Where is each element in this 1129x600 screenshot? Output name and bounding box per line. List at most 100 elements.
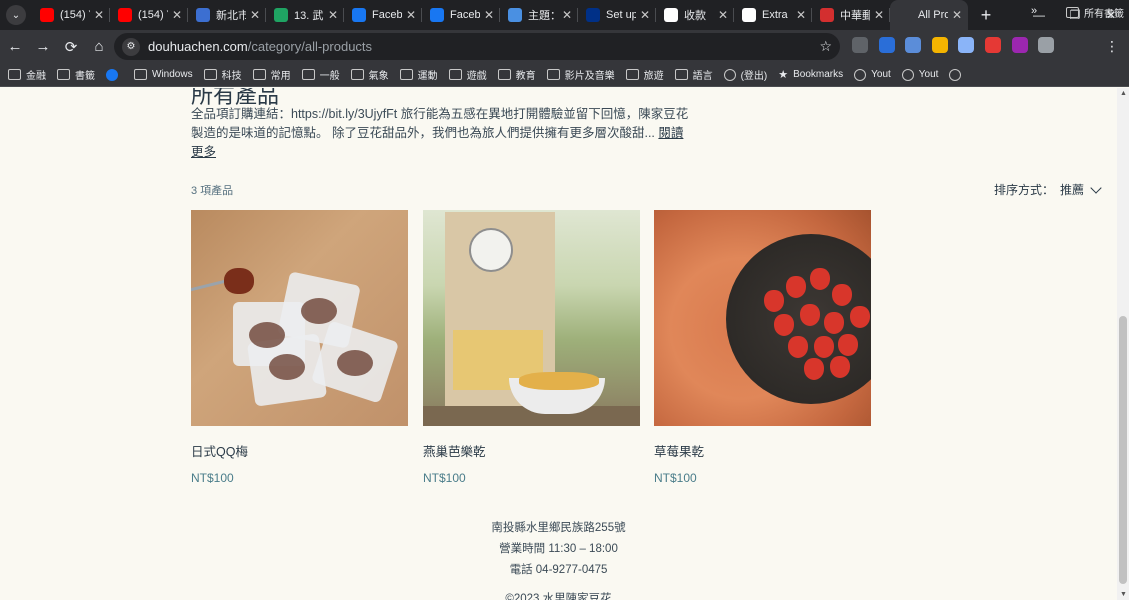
- browser-menu-icon[interactable]: ⋮: [1105, 38, 1119, 55]
- bookmark-item[interactable]: 金融: [8, 67, 46, 82]
- tab-close-icon[interactable]: ✕: [484, 8, 494, 22]
- folder-icon: [1066, 7, 1079, 18]
- product-image[interactable]: [654, 210, 871, 426]
- all-bookmarks-button[interactable]: 所有書籤: [1066, 5, 1124, 20]
- page-content: 所有產品 全品項訂購連結：https://bit.ly/3UjyfFt 旅行能為…: [0, 88, 1117, 600]
- facebook-icon: [430, 8, 444, 22]
- tab-close-icon[interactable]: ✕: [796, 8, 806, 22]
- extension-icon[interactable]: [984, 37, 1001, 53]
- home-button[interactable]: ⌂: [86, 34, 112, 60]
- tab-title: 收款: [684, 10, 706, 22]
- back-button[interactable]: ←: [2, 34, 28, 60]
- extension-icon[interactable]: [958, 37, 975, 53]
- product-price: NT$100: [191, 471, 234, 485]
- tab-title: 主題：: [528, 10, 558, 22]
- product-name[interactable]: 燕巢芭樂乾: [423, 441, 640, 460]
- bookmark-item[interactable]: Yout: [901, 68, 938, 81]
- tab-close-icon[interactable]: ✕: [172, 8, 182, 22]
- scroll-up-icon[interactable]: ▲: [1120, 90, 1127, 97]
- extension-icon[interactable]: [852, 37, 868, 53]
- folder-icon: [546, 69, 560, 80]
- browser-tab[interactable]: Extra ✕: [734, 0, 812, 30]
- extension-icon[interactable]: [931, 37, 948, 53]
- bookmark-item[interactable]: 常用: [252, 67, 291, 82]
- extension-icon[interactable]: [905, 37, 922, 53]
- site-icon: [901, 68, 914, 81]
- site-icon: [949, 68, 962, 81]
- scroll-down-icon[interactable]: ▼: [1120, 591, 1127, 598]
- folder-icon: [350, 69, 364, 80]
- bookmark-item[interactable]: 運動: [399, 67, 438, 82]
- tab-strip: (154) Y✕(154) Y✕新北市✕13. 武✕Facebo✕Faceb✕主…: [32, 0, 968, 30]
- bookmark-item[interactable]: 書籤: [57, 67, 95, 82]
- browser-tab[interactable]: Faceb ✕: [422, 0, 500, 30]
- folder-icon: [301, 69, 315, 80]
- product-name[interactable]: 草莓果乾: [654, 441, 871, 460]
- tab-close-icon[interactable]: ✕: [328, 8, 338, 22]
- tab-close-icon[interactable]: ✕: [406, 8, 416, 22]
- address-bar[interactable]: ⚙ douhuachen.com/category/all-products ☆: [114, 33, 840, 60]
- site-info-icon[interactable]: ⚙: [122, 37, 140, 56]
- extension-icon[interactable]: [1038, 37, 1055, 53]
- bookmark-item[interactable]: [949, 68, 966, 81]
- star-icon: ★: [778, 69, 789, 81]
- browser-tab[interactable]: 主題： ✕: [500, 0, 578, 30]
- product-image[interactable]: [423, 210, 640, 426]
- bookmark-item[interactable]: 教育: [497, 67, 536, 82]
- bookmark-item[interactable]: 一般: [301, 67, 340, 82]
- tab-title: Set up: [606, 9, 636, 21]
- product-name[interactable]: 日式QQ梅: [191, 441, 408, 460]
- minimize-button[interactable]: —: [1021, 8, 1057, 22]
- bookmark-item[interactable]: ★ Bookmarks: [778, 68, 843, 81]
- tab-close-icon[interactable]: ✕: [562, 8, 572, 22]
- bookmark-item[interactable]: [106, 68, 123, 81]
- tab-title: 新北市: [216, 10, 246, 22]
- browser-tab[interactable]: Set up ✕: [578, 0, 656, 30]
- bookmarks-overflow-button[interactable]: »: [1031, 5, 1037, 17]
- wix-icon: [898, 8, 912, 22]
- product-card[interactable]: 草莓果乾 NT$100: [654, 210, 871, 485]
- tab-close-icon[interactable]: ✕: [94, 8, 104, 22]
- browser-tab[interactable]: All Pro ✕: [890, 0, 968, 30]
- bookmark-item[interactable]: 遊戲: [448, 67, 487, 82]
- tab-close-icon[interactable]: ✕: [718, 8, 728, 22]
- browser-tab[interactable]: 收款 ✕: [656, 0, 734, 30]
- browser-tab[interactable]: (154) Y ✕: [110, 0, 188, 30]
- sort-dropdown[interactable]: 排序方式： 推薦: [994, 181, 1102, 198]
- tab-close-icon[interactable]: ✕: [640, 8, 650, 22]
- bookmark-star-icon[interactable]: ☆: [819, 38, 832, 55]
- scrollbar-thumb[interactable]: [1119, 316, 1127, 584]
- tab-close-icon[interactable]: ✕: [250, 8, 260, 22]
- forward-button[interactable]: →: [30, 34, 56, 60]
- url-text[interactable]: douhuachen.com/category/all-products: [148, 39, 372, 54]
- footer-phone: 電話 04-9277-0475: [509, 564, 608, 576]
- bookmark-item[interactable]: 影片及音樂: [546, 67, 615, 82]
- browser-tab[interactable]: Facebo ✕: [344, 0, 422, 30]
- product-price: NT$100: [654, 471, 697, 485]
- page-scrollbar[interactable]: ▲ ▼: [1117, 88, 1129, 600]
- product-card[interactable]: 日式QQ梅 NT$100: [191, 210, 408, 485]
- browser-tab[interactable]: 新北市 ✕: [188, 0, 266, 30]
- folder-icon: [497, 69, 511, 80]
- bookmark-item[interactable]: 旅遊: [625, 67, 664, 82]
- tab-close-icon[interactable]: ✕: [874, 8, 884, 22]
- product-card[interactable]: 燕巢芭樂乾 NT$100: [423, 210, 640, 485]
- extension-icon[interactable]: [878, 37, 895, 53]
- extension-icon[interactable]: [1011, 37, 1028, 53]
- product-image[interactable]: [191, 210, 408, 426]
- browser-tab[interactable]: 中華郵 ✕: [812, 0, 890, 30]
- bookmark-item[interactable]: (登出): [723, 67, 767, 82]
- bookmark-item[interactable]: Yout: [854, 68, 891, 81]
- bookmark-item[interactable]: 氣象: [350, 67, 389, 82]
- tab-title: (154) Y: [138, 9, 168, 21]
- reload-button[interactable]: ⟳: [58, 34, 84, 60]
- tab-bar: ⌄ (154) Y✕(154) Y✕新北市✕13. 武✕Facebo✕Faceb…: [0, 0, 1129, 30]
- bookmark-item[interactable]: Windows: [134, 69, 193, 80]
- bookmark-item[interactable]: 科技: [203, 67, 242, 82]
- browser-tab[interactable]: (154) Y ✕: [32, 0, 110, 30]
- tab-search-icon[interactable]: ⌄: [6, 5, 26, 25]
- bookmark-item[interactable]: 語言: [674, 67, 713, 82]
- new-tab-button[interactable]: +: [976, 5, 996, 26]
- tab-close-icon[interactable]: ✕: [952, 8, 962, 22]
- browser-tab[interactable]: 13. 武 ✕: [266, 0, 344, 30]
